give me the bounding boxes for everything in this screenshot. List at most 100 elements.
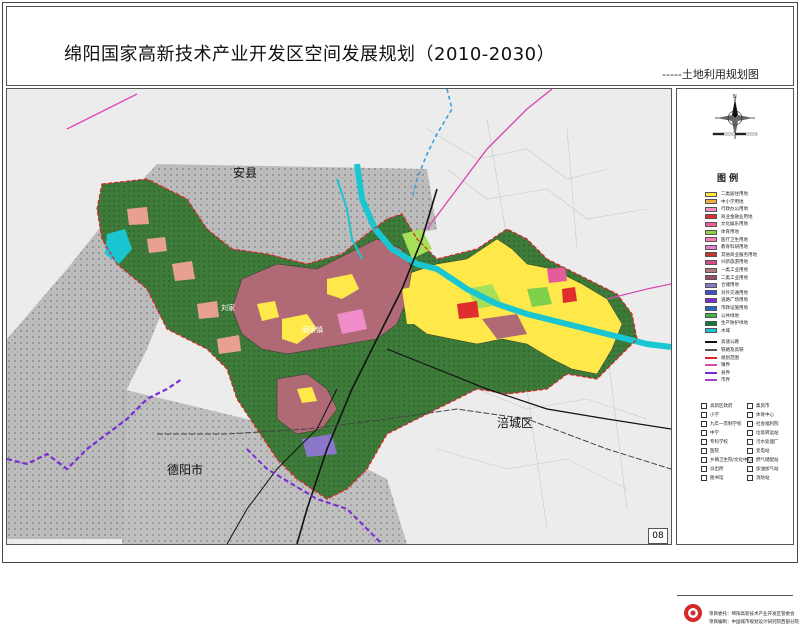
symbol-item: 派出所 — [701, 466, 724, 472]
page-number: 08 — [648, 528, 668, 544]
legend-swatch — [705, 267, 717, 273]
symbol-label: 加油加气站 — [756, 467, 779, 472]
institute-logo-icon — [684, 604, 702, 622]
rural-block-5 — [147, 237, 167, 253]
facility-icon — [747, 421, 753, 427]
legend-item: 中小学用地 — [705, 199, 744, 205]
map-subtitle: -----土地利用规划图 — [662, 68, 759, 81]
legend-swatch — [705, 214, 717, 220]
legend-item: 一类工业用地 — [705, 267, 748, 273]
symbol-item: 污水处理厂 — [747, 439, 779, 445]
label-anxian: 安县 — [233, 166, 258, 180]
legend-line-label: 市界 — [721, 378, 730, 384]
land-use-map — [7, 89, 671, 544]
label-town-liujia: 刘家 — [221, 304, 235, 312]
legend-item: 对外交通用地 — [705, 290, 748, 296]
symbol-label: 变电站 — [756, 449, 770, 454]
legend-item: 市政设施用地 — [705, 305, 748, 311]
legend-item: 医疗卫生用地 — [705, 237, 748, 243]
legend-label: 公共绿地 — [721, 313, 739, 319]
legend-line-swatch — [705, 341, 717, 344]
legend-swatch — [705, 252, 717, 258]
compass-icon: N — [712, 94, 758, 139]
legend-item: 水域 — [705, 328, 730, 334]
legend-swatch — [705, 320, 717, 326]
symbol-item: 医院 — [701, 448, 719, 454]
trunk-road-e — [606, 283, 671, 300]
legend-label: 兴新旅游用地 — [721, 260, 748, 266]
legend-item: 行政办公用地 — [705, 206, 748, 212]
legend-line-label: 规划范围 — [721, 355, 739, 361]
legend-swatch — [705, 237, 717, 243]
credit-client: 项目委托：绵阳高新技术产业开发区管委会 — [709, 612, 795, 617]
legend-label: 体育用地 — [721, 230, 739, 235]
symbol-item: 中学 — [701, 430, 719, 436]
symbol-item: 燃气储配站 — [747, 457, 779, 463]
legend-line-swatch — [705, 349, 717, 351]
legend-item: 道路广场用地 — [705, 297, 748, 303]
symbol-item: 图书馆 — [701, 475, 724, 481]
legend-item: 公共绿地 — [705, 313, 739, 319]
symbol-item: 九年一贯制学校 — [701, 421, 742, 427]
legend-swatch — [705, 305, 717, 311]
label-town-mojia: 磨家镇 — [302, 326, 323, 334]
facility-icon — [747, 403, 753, 409]
legend-label: 市政设施用地 — [721, 306, 748, 311]
svg-text:N: N — [733, 94, 737, 100]
symbol-label: 高新区政府 — [710, 404, 733, 409]
legend-item: 生产防护绿地 — [705, 320, 748, 326]
label-deyang: 德阳市 — [167, 463, 204, 477]
symbol-item: 集贸市 — [747, 403, 770, 409]
symbol-label: 医院 — [710, 449, 719, 454]
symbol-item: 乡镇卫生院/文化中心 — [701, 457, 752, 463]
facility-icon — [747, 412, 753, 418]
trunk-road-ne — [426, 89, 553, 230]
legend-item: 兴新旅游用地 — [705, 259, 748, 265]
legend-label: 其他商业服务用地 — [721, 252, 757, 258]
commercial-1 — [457, 301, 479, 319]
legend-label: 教育科研用地 — [721, 245, 748, 251]
legend-panel: N 图 例 二类居住用地 中小学用地 行政办公用地 商业金融业用地 文化娱乐用地 体育用地… — [676, 88, 799, 625]
symbol-label: 九年一贯制学校 — [710, 422, 742, 427]
legend-swatch — [705, 244, 717, 250]
legend-item: 体育用地 — [705, 229, 739, 235]
symbol-item: 专科学校 — [701, 439, 728, 445]
legend-line-label: 高速公路 — [721, 340, 739, 346]
legend-line-swatch — [705, 364, 717, 367]
legend-line-swatch — [705, 356, 717, 359]
legend-label: 医疗卫生用地 — [721, 237, 748, 243]
symbol-label: 污水处理厂 — [756, 440, 779, 445]
symbol-item: 消防站 — [747, 475, 770, 481]
facility-icon — [701, 430, 707, 436]
legend-line-swatch — [705, 379, 717, 382]
legend-label: 商业金融业用地 — [721, 214, 753, 220]
legend-item: 教育科研用地 — [705, 244, 748, 250]
legend-item: 二类居住用地 — [705, 191, 748, 197]
legend-line-item: 高速公路 — [705, 339, 739, 345]
symbol-label: 小学 — [710, 413, 719, 418]
legend-item: 其他商业服务用地 — [705, 252, 757, 258]
facility-icon — [701, 421, 707, 427]
legend-swatch — [705, 290, 717, 296]
legend-line-label: 县界 — [721, 370, 730, 376]
legend-line-label: 铁路及高铁 — [721, 348, 744, 353]
facility-icon — [747, 466, 753, 472]
legend-line-swatch — [705, 371, 717, 374]
legend-item: 仓储用地 — [705, 282, 739, 288]
symbol-item: 变电站 — [747, 448, 770, 454]
legend-swatch — [705, 199, 717, 205]
facility-icon — [701, 448, 707, 454]
map-frame[interactable]: 安县 涪城区 德阳市 磨家镇 刘家 — [6, 88, 672, 545]
symbol-item: 垃圾转运站 — [747, 430, 779, 436]
trunk-road-nw — [66, 93, 138, 130]
legend-label: 生产防护绿地 — [721, 321, 748, 327]
facility-icon — [701, 475, 707, 481]
symbol-label: 体育中心 — [756, 413, 774, 418]
legend-label: 行政办公用地 — [721, 207, 748, 213]
legend-line-label: 镇界 — [721, 363, 730, 369]
legend-line-item: 镇界 — [705, 362, 730, 368]
legend-item: 商业金融业用地 — [705, 214, 753, 220]
symbol-label: 社会福利院 — [756, 422, 779, 427]
facility-icon — [701, 412, 707, 418]
legend-line-item: 市界 — [705, 377, 730, 383]
